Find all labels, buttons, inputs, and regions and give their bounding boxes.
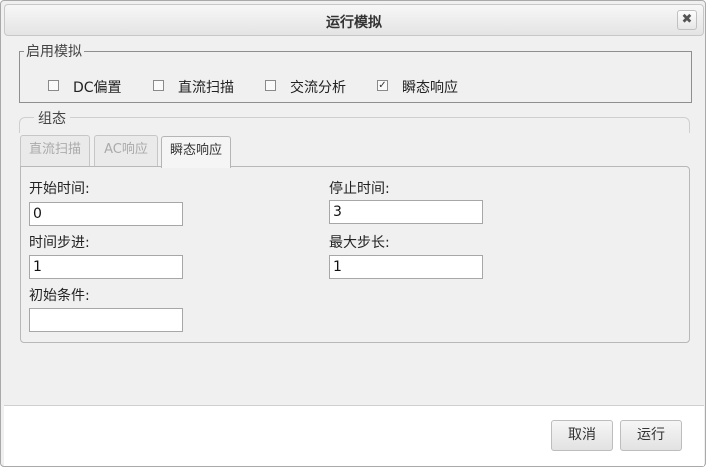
option-ac-analysis-label: 交流分析 <box>290 80 346 96</box>
max-step-input[interactable] <box>329 255 483 279</box>
cancel-button[interactable]: 取消 <box>551 420 613 451</box>
checkbox-dc-sweep[interactable] <box>153 79 164 91</box>
option-transient[interactable]: ✓ 瞬态响应 <box>377 77 458 97</box>
tab-dc-sweep[interactable]: 直流扫描 <box>20 135 90 166</box>
max-step-label: 最大步长: <box>329 235 390 251</box>
time-step-label: 时间步进: <box>29 235 90 251</box>
time-step-input[interactable] <box>29 255 183 279</box>
dialog-footer: 取消 运行 <box>4 405 704 466</box>
tab-transient[interactable]: 瞬态响应 <box>161 136 231 168</box>
start-time-label: 开始时间: <box>29 181 90 197</box>
option-dc-sweep-label: 直流扫描 <box>178 80 234 96</box>
run-button[interactable]: 运行 <box>620 420 682 451</box>
checkbox-ac-analysis[interactable] <box>265 79 276 91</box>
tab-ac-response[interactable]: AC响应 <box>94 135 158 166</box>
checkbox-transient[interactable]: ✓ <box>377 79 388 91</box>
option-dc-bias-label: DC偏置 <box>73 80 122 96</box>
dialog-titlebar[interactable]: 运行模拟 ✖ <box>4 4 704 36</box>
initial-conditions-input[interactable] <box>29 308 183 332</box>
close-button[interactable]: ✖ <box>677 10 697 30</box>
start-time-input[interactable] <box>29 202 183 226</box>
run-simulation-dialog: 运行模拟 ✖ 启用模拟 DC偏置 直流扫描 交流分析 ✓ 瞬态响应 组态 直流扫… <box>0 0 706 467</box>
close-icon: ✖ <box>681 12 693 27</box>
option-dc-bias[interactable]: DC偏置 <box>48 77 122 97</box>
option-dc-sweep[interactable]: 直流扫描 <box>153 77 234 97</box>
stop-time-label: 停止时间: <box>329 181 390 197</box>
enable-simulation-legend: 启用模拟 <box>26 44 82 60</box>
config-group-border <box>19 117 690 133</box>
config-legend: 组态 <box>34 108 70 128</box>
initial-conditions-label: 初始条件: <box>29 288 90 304</box>
option-ac-analysis[interactable]: 交流分析 <box>265 77 346 97</box>
checkbox-dc-bias[interactable] <box>48 79 59 91</box>
transient-panel: 开始时间: 停止时间: 时间步进: 最大步长: 初始条件: <box>20 166 690 343</box>
enable-simulation-group: 启用模拟 DC偏置 直流扫描 交流分析 ✓ 瞬态响应 <box>19 41 692 103</box>
stop-time-input[interactable] <box>329 200 483 224</box>
dialog-content: 启用模拟 DC偏置 直流扫描 交流分析 ✓ 瞬态响应 组态 直流扫描 AC响应 … <box>4 39 704 405</box>
option-transient-label: 瞬态响应 <box>402 80 458 96</box>
dialog-title: 运行模拟 <box>326 15 382 31</box>
